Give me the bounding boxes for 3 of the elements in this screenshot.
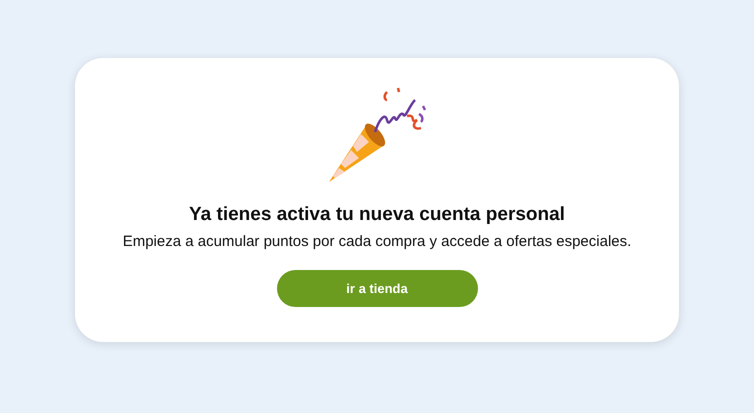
store-button[interactable]: ir a tienda: [276, 270, 478, 308]
message: Empieza a acumular puntos por cada compra y accede a ofertas especiales.: [122, 232, 632, 252]
title: Ya tienes activa tu nueva cuenta personal: [189, 204, 565, 227]
